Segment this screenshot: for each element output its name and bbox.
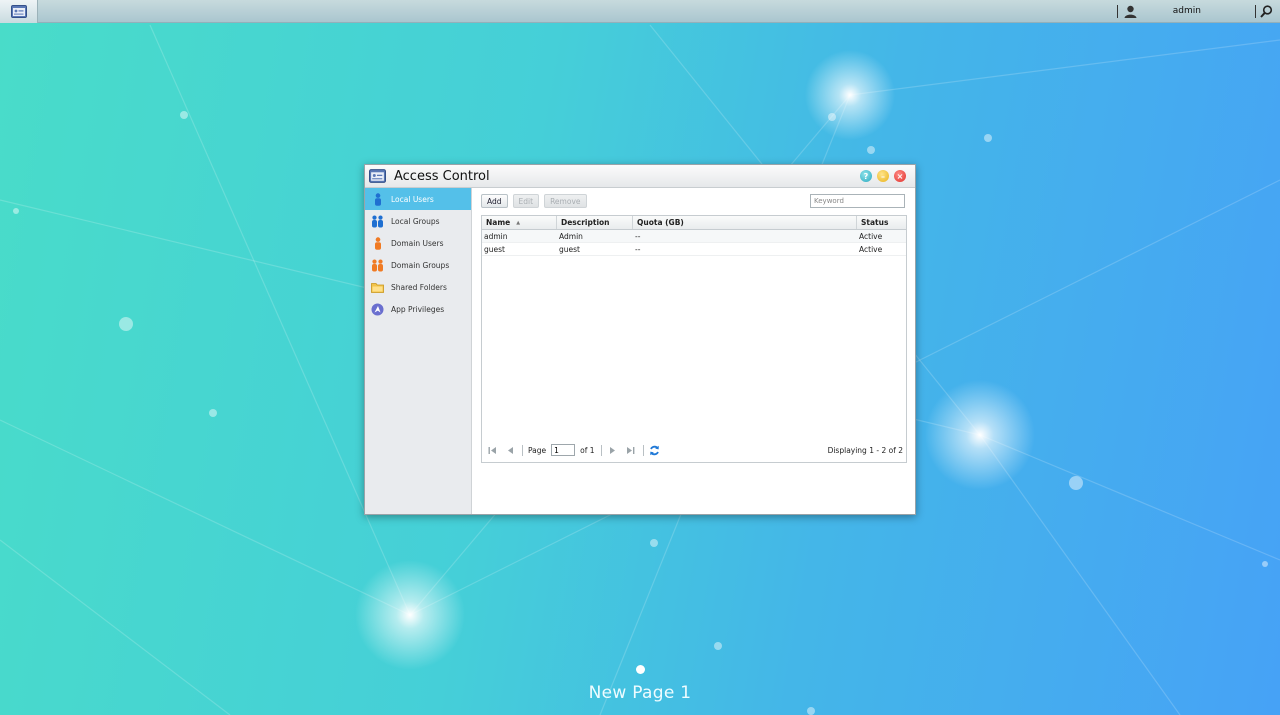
sort-ascending-icon: ▲ xyxy=(516,219,521,226)
table-row[interactable]: admin Admin -- Active xyxy=(482,230,906,243)
table-header: Name ▲ Description Quota (GB) Status xyxy=(482,216,906,230)
user-icon xyxy=(371,192,384,206)
search-button[interactable] xyxy=(1256,0,1276,23)
sidebar-item-domain-groups[interactable]: Domain Groups xyxy=(365,254,471,276)
minimize-button[interactable]: – xyxy=(877,170,889,182)
main-menu-button[interactable] xyxy=(0,0,38,23)
pagination-bar: Page of 1 xyxy=(482,438,906,462)
column-header-label: Description xyxy=(561,218,610,227)
access-control-window: Access Control ? – × Local Users Local G… xyxy=(364,164,916,515)
refresh-icon[interactable] xyxy=(649,444,661,456)
pager-divider xyxy=(600,444,602,456)
access-control-app-icon xyxy=(369,169,386,183)
user-icon xyxy=(1124,5,1137,18)
group-icon xyxy=(371,215,384,228)
pager-divider xyxy=(522,444,523,456)
cell-description: guest xyxy=(559,244,580,254)
cell-quota: -- xyxy=(635,231,641,241)
page-count-label: of 1 xyxy=(580,445,595,455)
help-button[interactable]: ? xyxy=(860,170,872,182)
help-icon: ? xyxy=(863,171,869,181)
sidebar-item-domain-users[interactable]: Domain Users xyxy=(365,232,471,254)
next-page-icon[interactable] xyxy=(607,444,619,456)
column-header-label: Status xyxy=(861,218,889,227)
cell-quota: -- xyxy=(635,244,641,254)
close-button[interactable]: × xyxy=(894,170,906,182)
last-page-icon[interactable] xyxy=(625,444,637,456)
top-bar-divider xyxy=(1116,4,1118,18)
cell-name: admin xyxy=(484,231,508,241)
sidebar-item-label: Local Users xyxy=(391,194,434,204)
table-body: admin Admin -- Active guest guest -- Act… xyxy=(482,230,906,256)
sidebar-item-label: Domain Groups xyxy=(391,260,450,270)
column-header-label: Name xyxy=(486,218,511,227)
top-bar: admin xyxy=(0,0,1280,23)
cell-status: Active xyxy=(859,244,883,254)
sidebar-item-label: Domain Users xyxy=(391,238,444,248)
column-header-label: Quota (GB) xyxy=(637,218,684,227)
page-label: Page xyxy=(528,445,547,455)
remove-button[interactable]: Remove xyxy=(544,194,587,208)
desktop-page-label: New Page 1 xyxy=(588,683,692,703)
first-page-icon[interactable] xyxy=(486,444,498,456)
displaying-count: Displaying 1 - 2 of 2 xyxy=(827,445,903,455)
column-header-status[interactable]: Status xyxy=(857,216,906,229)
window-titlebar[interactable]: Access Control ? – × xyxy=(365,165,915,188)
keyword-search-input[interactable] xyxy=(810,194,905,208)
sidebar-item-label: Shared Folders xyxy=(391,282,447,292)
column-header-name[interactable]: Name ▲ xyxy=(482,216,557,229)
folder-icon xyxy=(371,281,384,294)
column-header-quota[interactable]: Quota (GB) xyxy=(633,216,857,229)
toolbar: Add Edit Remove xyxy=(472,188,915,214)
edit-button[interactable]: Edit xyxy=(512,194,540,208)
main-content: Add Edit Remove Name ▲ Description Quota… xyxy=(472,188,915,514)
pager-divider xyxy=(642,444,644,456)
minimize-icon: – xyxy=(881,171,885,181)
users-table: Name ▲ Description Quota (GB) Status adm… xyxy=(481,215,907,463)
search-icon xyxy=(1259,4,1272,18)
sidebar-item-label: App Privileges xyxy=(391,304,445,314)
page-indicator-dot[interactable] xyxy=(636,665,645,674)
page-number-input[interactable] xyxy=(551,444,576,456)
cell-status: Active xyxy=(859,231,883,241)
sidebar-item-app-privileges[interactable]: App Privileges xyxy=(365,298,471,320)
domain-user-icon xyxy=(371,236,384,250)
add-button[interactable]: Add xyxy=(481,194,508,208)
window-title: Access Control xyxy=(394,168,490,184)
window-app-icon xyxy=(10,4,27,18)
column-header-description[interactable]: Description xyxy=(557,216,633,229)
sidebar: Local Users Local Groups Domain Users Do… xyxy=(365,188,472,514)
previous-page-icon[interactable] xyxy=(504,444,516,456)
table-row[interactable]: guest guest -- Active xyxy=(482,243,906,256)
sidebar-item-shared-folders[interactable]: Shared Folders xyxy=(365,276,471,298)
sidebar-item-local-users[interactable]: Local Users xyxy=(365,188,471,210)
close-icon: × xyxy=(896,171,904,181)
sidebar-item-local-groups[interactable]: Local Groups xyxy=(365,210,471,232)
cell-name: guest xyxy=(484,244,505,254)
user-menu[interactable]: admin xyxy=(1124,5,1255,18)
cell-description: Admin xyxy=(559,231,583,241)
domain-group-icon xyxy=(371,259,384,272)
username-label[interactable]: admin xyxy=(1173,6,1201,16)
app-privileges-icon xyxy=(371,303,384,316)
sidebar-item-label: Local Groups xyxy=(391,216,440,226)
